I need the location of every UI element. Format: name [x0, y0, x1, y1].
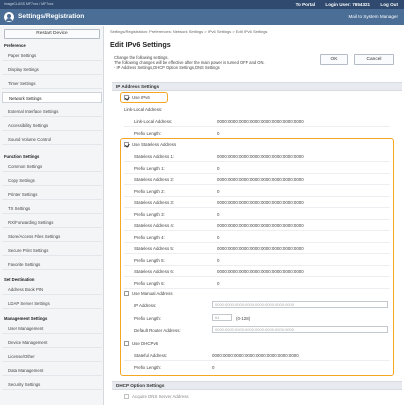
settings-user-icon — [4, 12, 14, 22]
login-user-label: Login User: 7654321 — [325, 1, 371, 7]
sidebar-item-copy-settings[interactable]: Copy Settings — [2, 175, 102, 186]
logout-link[interactable]: Log Out — [380, 2, 398, 7]
sidebar-item-address-book-pin[interactable]: Address Book PIN — [2, 284, 102, 295]
header-bar: Settings/Registration Mail to System Man… — [0, 9, 404, 25]
sidebar-item-external-interface[interactable]: External Interface Settings — [2, 106, 102, 117]
sidebar-item-user-management[interactable]: User Management — [2, 323, 102, 334]
sidebar-heading-function: Function Settings — [4, 154, 40, 159]
link-local-heading: Link-Local Address: — [124, 107, 163, 112]
dhcp-option-settings-header: DHCP Option Settings — [112, 381, 402, 390]
sidebar-heading-set-destination: Set Destination — [4, 277, 35, 282]
restart-device-button[interactable]: Restart Device — [4, 29, 100, 39]
device-name: imageCLASS MF7xxx / MF7xxx — [4, 2, 54, 6]
sidebar-item-store-access-files[interactable]: Store/Access Files Settings — [2, 231, 102, 242]
sidebar-item-favorite-settings[interactable]: Favorite Settings — [2, 259, 102, 270]
sidebar-item-secure-print[interactable]: Secure Print Settings — [2, 245, 102, 256]
sidebar-item-display-settings[interactable]: Display Settings — [2, 64, 102, 75]
acquire-dns-checkbox[interactable] — [124, 394, 129, 399]
to-portal-link[interactable]: To Portal — [296, 2, 316, 7]
page-title: Edit IPv6 Settings — [110, 40, 171, 49]
ip-address-settings-header: IP Address Settings — [112, 82, 402, 91]
sidebar-item-data-management[interactable]: Data Management — [2, 365, 102, 376]
sidebar-heading-preference: Preference — [4, 43, 26, 48]
ok-button[interactable]: OK — [320, 54, 348, 65]
sidebar-item-rx-forwarding[interactable]: RX/Forwarding Settings — [2, 217, 102, 228]
prefix-length-value: 0 — [217, 131, 220, 136]
sidebar-item-license-other[interactable]: License/Other — [2, 351, 102, 362]
sidebar-item-device-management[interactable]: Device Management — [2, 337, 102, 348]
link-local-value: 0000:0000:0000:0000:0000:0000:0000:0000 — [217, 119, 304, 124]
link-local-label: Link-Local Address: — [134, 119, 173, 124]
sidebar-item-accessibility[interactable]: Accessibility Settings — [2, 120, 102, 131]
page-description: Change the following settings. The follo… — [114, 55, 324, 70]
cancel-button[interactable]: Cancel — [354, 54, 394, 65]
acquire-dns-label: Acquire DNS Server Address — [132, 394, 189, 399]
highlight-address-options — [120, 138, 394, 376]
sidebar-item-tx-settings[interactable]: TX Settings — [2, 203, 102, 214]
sidebar-item-timer-settings[interactable]: Timer Settings — [2, 78, 102, 89]
mail-to-manager-link[interactable]: Mail to System Manager — [348, 14, 398, 19]
sidebar-item-common-settings[interactable]: Common Settings — [2, 161, 102, 172]
app-title: Settings/Registration — [18, 13, 85, 20]
divider — [124, 126, 390, 127]
sidebar-item-network-settings[interactable]: Network Settings — [2, 92, 102, 103]
highlight-use-ipv6 — [120, 92, 168, 103]
sidebar-item-paper-settings[interactable]: Paper Settings — [2, 50, 102, 61]
sidebar-item-printer-settings[interactable]: Printer Settings — [2, 189, 102, 200]
top-bar: imageCLASS MF7xxx / MF7xxx To Portal Log… — [0, 0, 404, 9]
main-panel: Settings/Registration: Preferences: Netw… — [110, 26, 404, 405]
sidebar-item-sound-volume[interactable]: Sound Volume Control — [2, 134, 102, 145]
sidebar-item-ldap-server[interactable]: LDAP Server Settings — [2, 298, 102, 309]
prefix-length-label: Prefix Length: — [134, 131, 162, 136]
breadcrumb: Settings/Registration: Preferences: Netw… — [110, 29, 268, 34]
sidebar-item-security-settings[interactable]: Security Settings — [2, 379, 102, 390]
sidebar: Restart Device Preference Paper Settings… — [0, 26, 104, 405]
sidebar-heading-management: Management Settings — [4, 316, 48, 321]
description-line: - IP Address Settings,DHCP Option Settin… — [114, 65, 220, 70]
